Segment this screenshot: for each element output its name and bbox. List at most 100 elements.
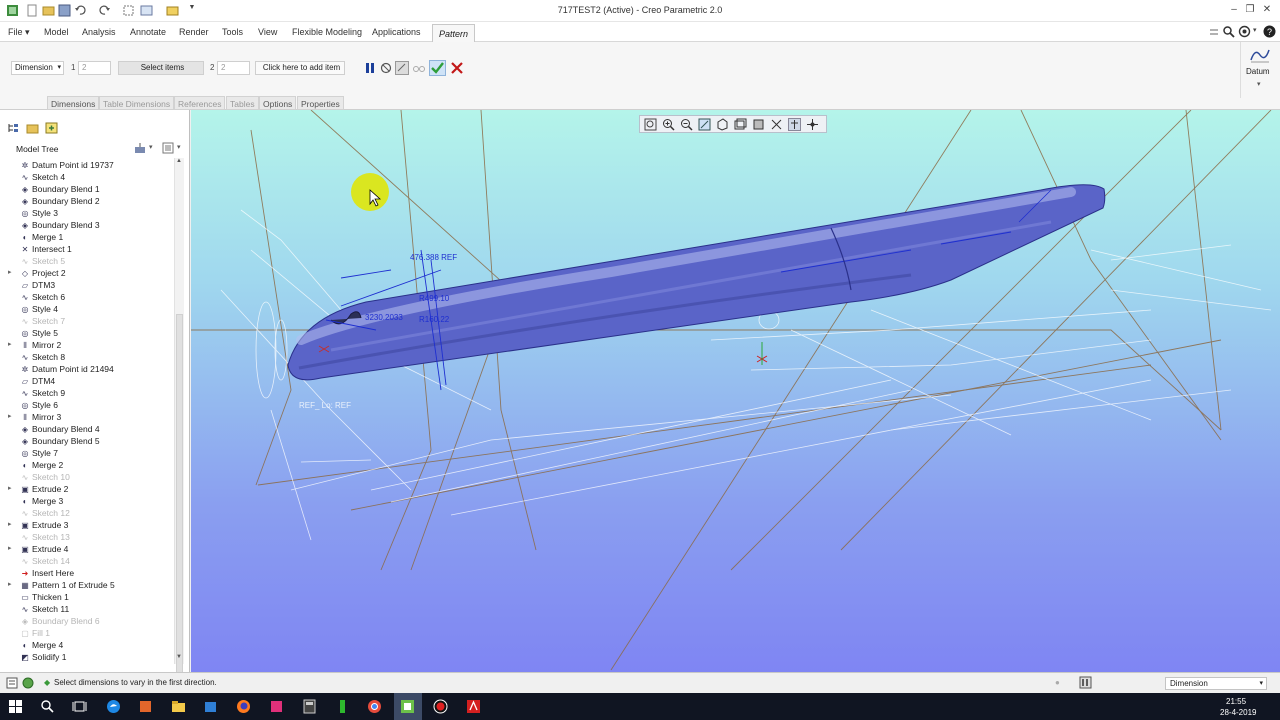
tree-item[interactable]: ◐ Merge 3 — [20, 496, 170, 508]
tree-item[interactable]: ▸ ▣ Extrude 3 — [8, 520, 170, 532]
show-menu-icon[interactable] — [162, 142, 174, 154]
expand-arrow-icon[interactable]: ▸ — [8, 340, 12, 348]
graphics-area[interactable]: 476.388 REF 3230.2033 R499.10 R160.22 RE… — [191, 110, 1280, 672]
store-app-icon[interactable] — [203, 699, 218, 714]
tree-item[interactable]: ▭ Thicken 1 — [20, 592, 170, 604]
search-icon[interactable] — [1222, 25, 1235, 38]
close-button[interactable]: ✕ — [1259, 4, 1275, 15]
ribbon-settings-icon[interactable] — [1208, 26, 1220, 38]
spin-center-icon[interactable] — [806, 118, 819, 131]
tree-item[interactable]: ▱ DTM3 — [20, 280, 170, 292]
model-tree-tab-icon[interactable] — [7, 122, 19, 134]
no-preview-icon[interactable] — [380, 62, 392, 74]
tree-item[interactable]: ∿ Sketch 8 — [20, 352, 170, 364]
subtab-dimensions[interactable]: Dimensions — [47, 96, 100, 110]
tab-pattern[interactable]: Pattern — [432, 24, 475, 43]
paint-app-icon[interactable] — [269, 699, 284, 714]
zoom-in-icon[interactable] — [662, 118, 675, 131]
navigator-toggle-icon[interactable] — [6, 677, 18, 689]
tree-item[interactable]: ▢ Fill 1 — [20, 628, 170, 640]
green-app-icon[interactable] — [335, 699, 350, 714]
maximize-button[interactable]: ❐ — [1242, 4, 1258, 15]
tree-scrollbar[interactable]: ▲ ▼ — [174, 158, 184, 684]
reorient-icon[interactable] — [716, 118, 729, 131]
tree-item[interactable]: ◎ Style 5 — [20, 328, 170, 340]
file-explorer-icon[interactable] — [171, 699, 186, 714]
tree-item[interactable]: ∿ Sketch 6 — [20, 292, 170, 304]
tab-analysis[interactable]: Analysis — [82, 27, 116, 37]
pdf-reader-icon[interactable] — [466, 699, 481, 714]
tree-item[interactable]: ∿ Sketch 14 — [20, 556, 170, 568]
tab-model[interactable]: Model — [44, 27, 69, 37]
scroll-thumb[interactable] — [176, 314, 183, 684]
tab-view[interactable]: View — [258, 27, 277, 37]
tree-item[interactable]: ▸ ◇ Project 2 — [8, 268, 170, 280]
tree-item[interactable]: ∿ Sketch 10 — [20, 472, 170, 484]
tree-item[interactable]: ◎ Style 3 — [20, 208, 170, 220]
subtab-references[interactable]: References — [174, 96, 226, 110]
tree-item[interactable]: ∿ Sketch 9 — [20, 388, 170, 400]
subtab-options[interactable]: Options — [259, 96, 297, 110]
tree-item[interactable]: ✲ Datum Point id 21494 — [20, 364, 170, 376]
glasses-preview-icon[interactable] — [412, 62, 426, 74]
dimension-label-radius2[interactable]: R160.22 — [419, 315, 450, 324]
display-style-icon[interactable] — [752, 118, 765, 131]
tree-item[interactable]: ➜ Insert Here — [20, 568, 170, 580]
tree-item[interactable]: ✕ Intersect 1 — [20, 244, 170, 256]
tree-item[interactable]: ◈ Boundary Blend 4 — [20, 424, 170, 436]
tree-item[interactable]: ∿ Sketch 5 — [20, 256, 170, 268]
direction2-count-input[interactable]: 2 — [217, 61, 250, 75]
tree-item[interactable]: ✲ Datum Point id 19737 — [20, 160, 170, 172]
tree-settings-icon[interactable] — [134, 142, 146, 154]
dimension-label-ref[interactable]: 476.388 REF — [410, 253, 457, 262]
edge-browser-icon[interactable] — [106, 699, 121, 714]
tree-item[interactable]: ▸ ▦ Pattern 1 of Extrude 5 — [8, 580, 170, 592]
tab-render[interactable]: Render — [179, 27, 209, 37]
subtab-properties[interactable]: Properties — [297, 96, 344, 110]
task-view-icon[interactable] — [72, 699, 87, 714]
folder-browser-icon[interactable] — [26, 122, 39, 134]
tree-item[interactable]: ∿ Sketch 4 — [20, 172, 170, 184]
tree-item[interactable]: ◐ Merge 1 — [20, 232, 170, 244]
expand-arrow-icon[interactable]: ▸ — [8, 544, 12, 552]
community-icon[interactable] — [1238, 25, 1251, 38]
tree-item[interactable]: ◈ Boundary Blend 2 — [20, 196, 170, 208]
browser-toggle-icon[interactable] — [22, 677, 34, 689]
tree-item[interactable]: ◐ Merge 2 — [20, 460, 170, 472]
direction1-count-input[interactable]: 2 — [78, 61, 111, 75]
tree-item[interactable]: ∿ Sketch 7 — [20, 316, 170, 328]
calculator-icon[interactable] — [302, 699, 317, 714]
tab-applications[interactable]: Applications — [372, 27, 421, 37]
zoom-out-icon[interactable] — [680, 118, 693, 131]
favorites-icon[interactable] — [45, 122, 58, 134]
community-dropdown-icon[interactable]: ▾ — [1253, 26, 1257, 34]
expand-arrow-icon[interactable]: ▸ — [8, 268, 12, 276]
tree-item[interactable]: ◈ Boundary Blend 6 — [20, 616, 170, 628]
scroll-down-icon[interactable]: ▼ — [176, 654, 182, 660]
pause-icon[interactable] — [364, 62, 376, 74]
tab-tools[interactable]: Tools — [222, 27, 243, 37]
cancel-x-icon[interactable] — [451, 62, 463, 74]
tree-item[interactable]: ◎ Style 4 — [20, 304, 170, 316]
tree-settings-dropdown-icon[interactable]: ▾ — [149, 143, 153, 151]
minimize-button[interactable]: – — [1226, 4, 1242, 15]
attached-preview-icon[interactable] — [395, 61, 409, 75]
confirm-check-icon[interactable] — [429, 60, 446, 76]
tree-item[interactable]: ∿ Sketch 11 — [20, 604, 170, 616]
help-icon[interactable]: ? — [1263, 25, 1276, 38]
repaint-icon[interactable] — [698, 118, 711, 131]
datum-group[interactable]: Datum ▾ — [1240, 42, 1278, 98]
tree-item[interactable]: ◈ Boundary Blend 5 — [20, 436, 170, 448]
taskbar-search-icon[interactable] — [40, 699, 55, 714]
firefox-icon[interactable] — [236, 699, 251, 714]
saved-views-icon[interactable] — [734, 118, 747, 131]
tree-item[interactable]: ◩ Solidify 1 — [20, 652, 170, 664]
tree-item[interactable]: ◎ Style 7 — [20, 448, 170, 460]
tree-item[interactable]: ◈ Boundary Blend 3 — [20, 220, 170, 232]
tree-item[interactable]: ▸ ⫴ Mirror 2 — [8, 340, 170, 352]
scroll-up-icon[interactable]: ▲ — [176, 158, 182, 164]
subtab-table-dimensions[interactable]: Table Dimensions — [99, 96, 175, 110]
tree-item[interactable]: ▸ ⫴ Mirror 3 — [8, 412, 170, 424]
tree-item[interactable]: ▱ DTM4 — [20, 376, 170, 388]
subtab-tables[interactable]: Tables — [226, 96, 259, 110]
